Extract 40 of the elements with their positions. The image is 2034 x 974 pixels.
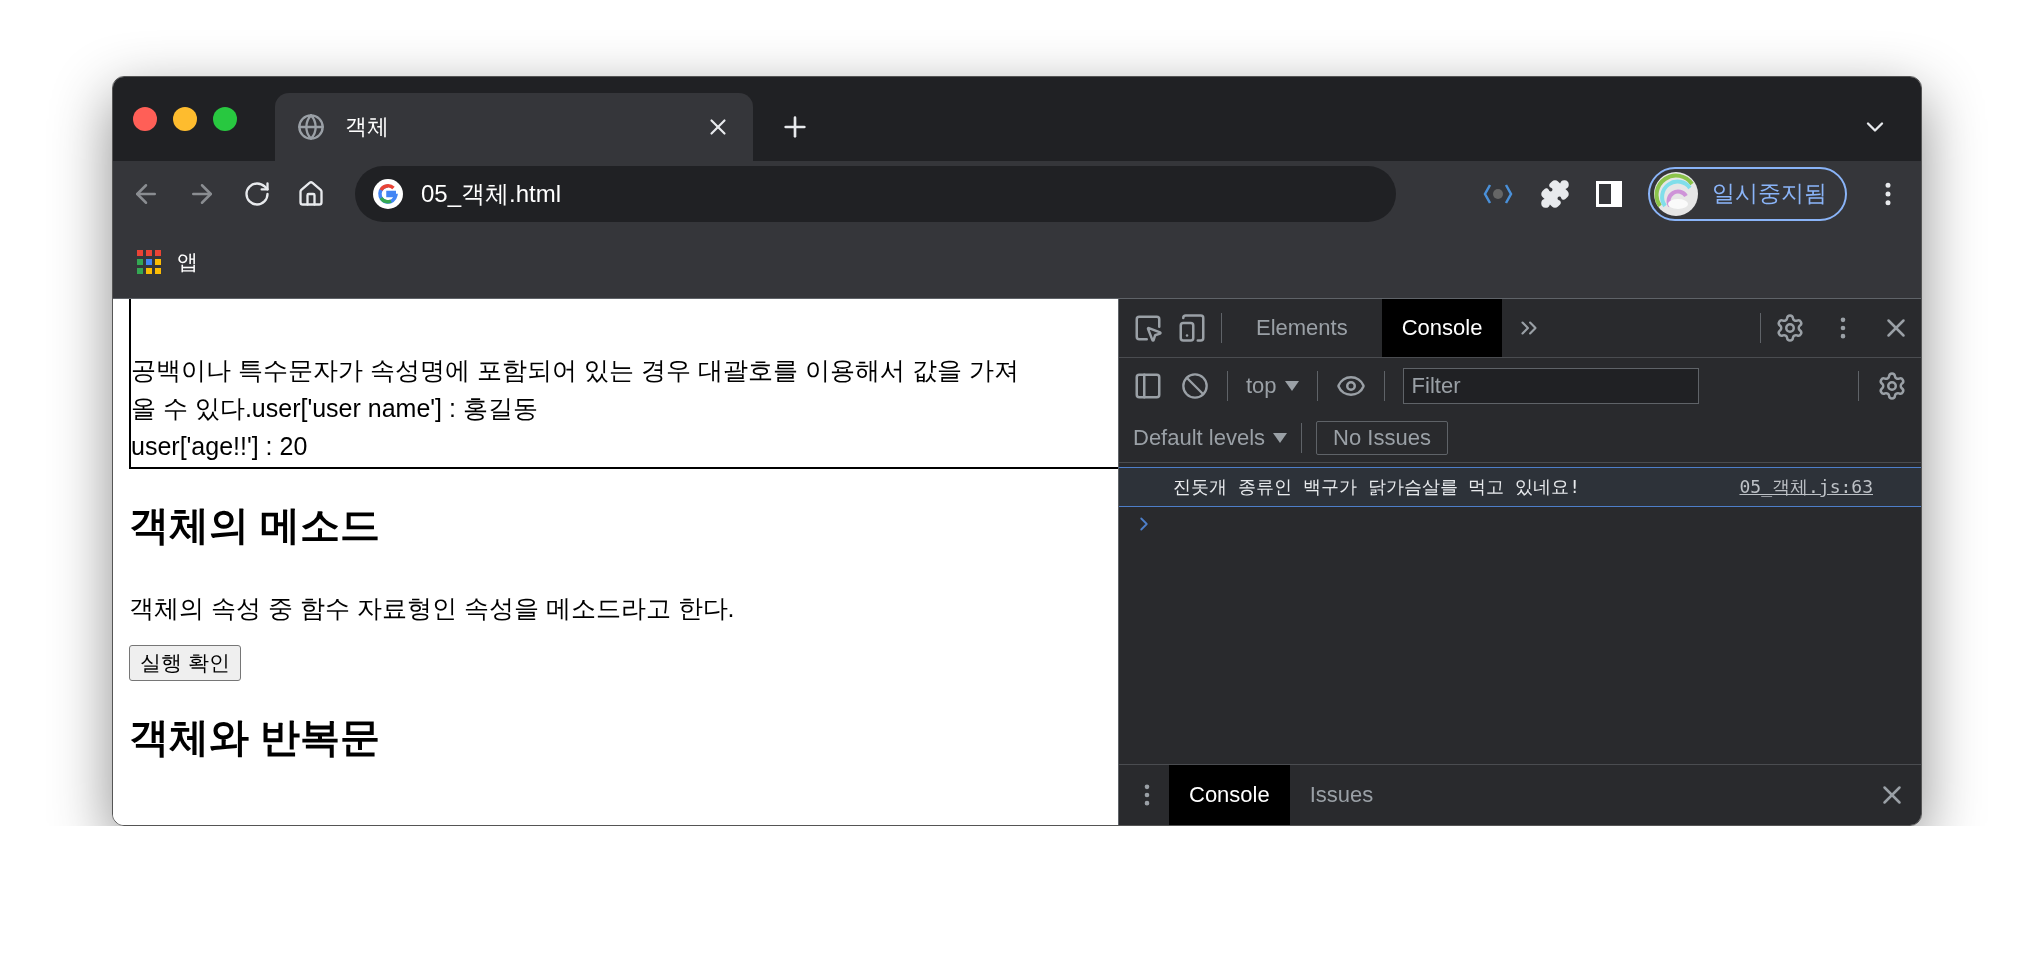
clear-icon[interactable] (1181, 372, 1209, 400)
close-window-dot[interactable] (133, 107, 157, 131)
message-text: 진돗개 종류인 백구가 닭가슴살를 먹고 있네요! (1173, 475, 1582, 499)
home-icon[interactable] (297, 179, 325, 208)
bookmark[interactable]: 앱 (137, 248, 198, 276)
box-text-line: 공백이나 특수문자가 속성명에 포함되어 있는 경우 대괄호를 이용해서 값을 가져 (131, 355, 1020, 386)
filter-field[interactable]: Filter (1402, 368, 1699, 404)
paragraph: 객체의 속성 중 함수 자료형인 속성을 메소드라고 한다. (129, 593, 736, 624)
issues-button[interactable]: No Issues (1316, 421, 1448, 455)
avatar-icon (1654, 171, 1698, 216)
run-button[interactable]: 실행 확인 (129, 645, 241, 681)
address-bar[interactable]: 05_객체.html (355, 165, 1396, 222)
drawer-tab[interactable]: Issues (1289, 765, 1394, 825)
levels-dropdown[interactable]: Default levels (1133, 425, 1288, 451)
context-dropdown[interactable]: top (1246, 373, 1299, 399)
browser-tab[interactable]: 객체 (275, 93, 753, 161)
reload-icon[interactable] (243, 179, 271, 208)
source-link[interactable]: 05_객체.js:63 (1739, 475, 1873, 499)
apps-grid-icon (137, 250, 161, 274)
devtools-tab[interactable]: Console (1381, 299, 1503, 357)
google-logo-icon (373, 178, 403, 209)
settings-icon[interactable] (1877, 371, 1907, 401)
puzzle-icon[interactable] (1540, 178, 1570, 209)
dropdown-triangle-icon (1273, 433, 1288, 443)
globe-icon (297, 113, 325, 141)
minimize-window-dot[interactable] (173, 107, 197, 131)
drawer-tab[interactable]: Console (1169, 765, 1290, 825)
dropdown-triangle-icon (1284, 381, 1299, 391)
profile-button[interactable]: 일시중지됨 (1648, 166, 1847, 221)
sidebar-toggle-icon[interactable] (1133, 371, 1163, 401)
section-heading: 객체의 메소드 (129, 502, 382, 549)
side-panel-icon[interactable] (1596, 180, 1622, 207)
devtools-tab[interactable]: Elements (1236, 299, 1368, 357)
box-text-line: user['age!!'] : 20 (131, 431, 309, 462)
inspect-icon[interactable] (1133, 313, 1163, 343)
zoom-window-dot[interactable] (213, 107, 237, 131)
settings-icon[interactable] (1775, 313, 1805, 343)
section-heading: 객체와 반복문 (129, 714, 382, 761)
device-icon[interactable] (1177, 313, 1207, 343)
box-text-line: 올 수 있다.user['user name'] : 홍길동 (131, 393, 539, 424)
